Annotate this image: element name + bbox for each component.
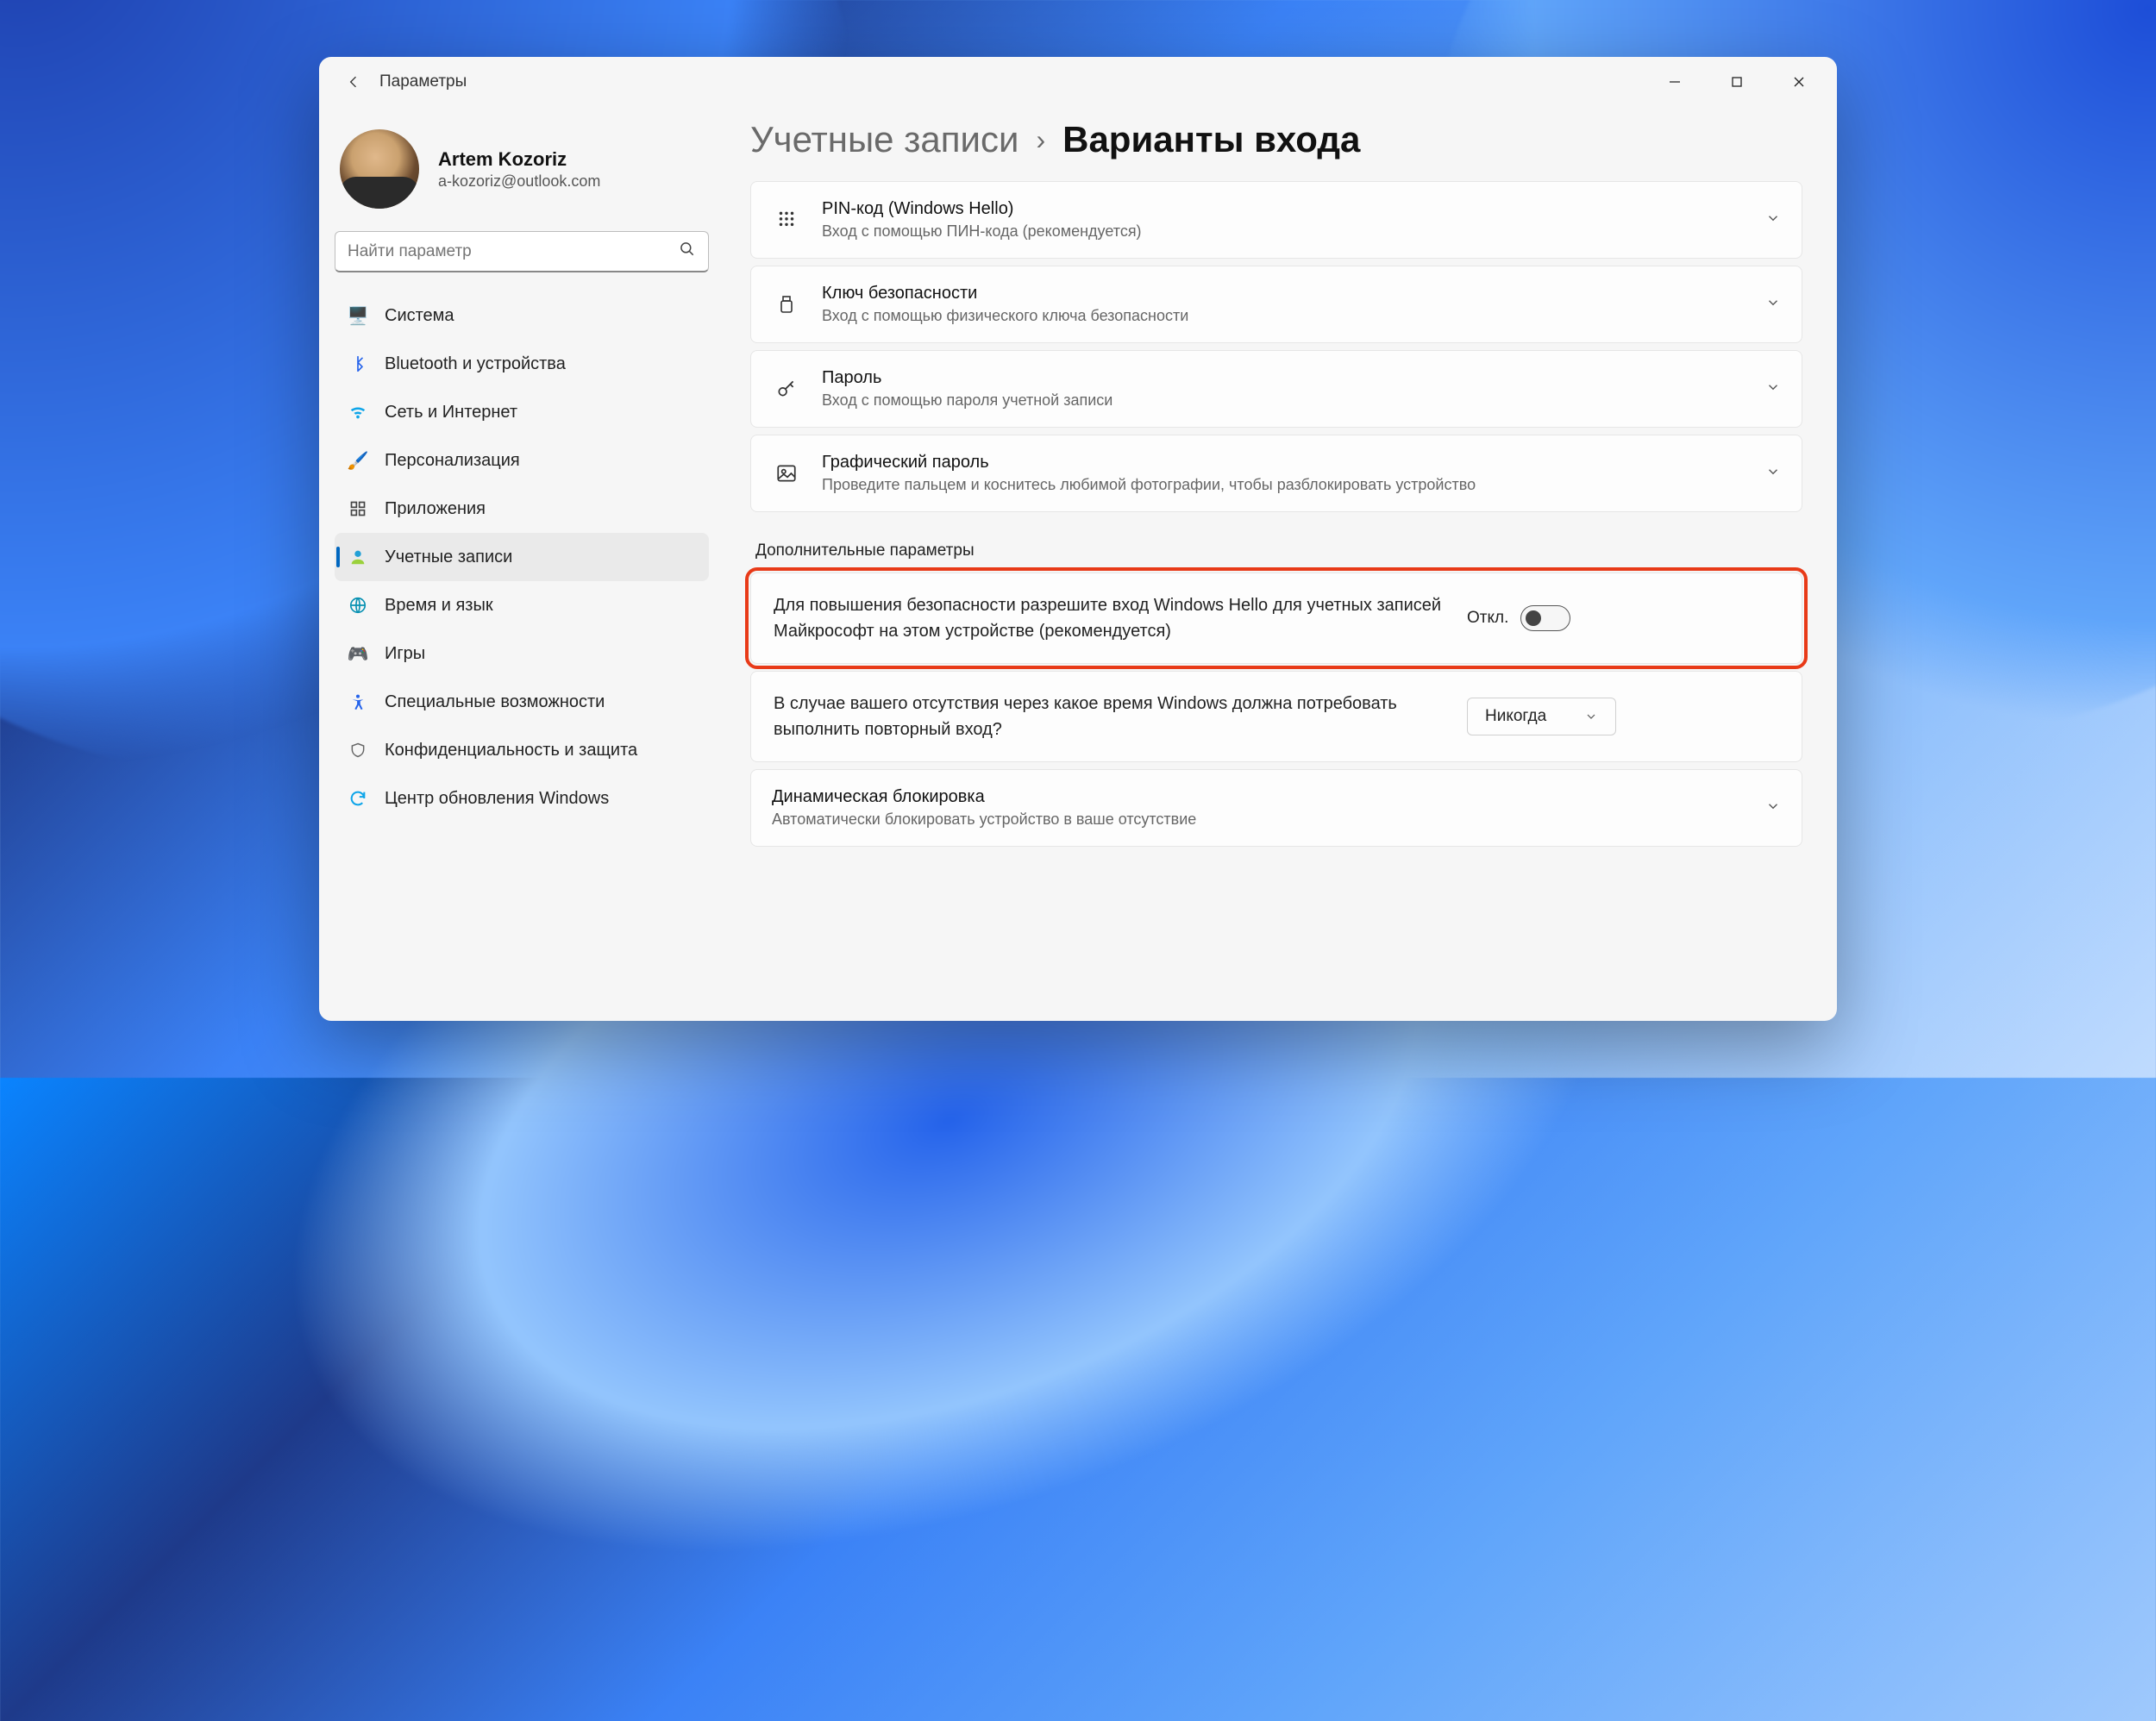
card-title: Пароль [822,368,1745,388]
card-subtitle: Вход с помощью пароля учетной записи [822,391,1745,410]
setting-windows-hello-only: Для повышения безопасности разрешите вхо… [750,573,1802,664]
titlebar: Параметры [319,57,1837,107]
window-controls [1644,61,1830,103]
picture-icon [772,462,801,485]
chevron-down-icon [1765,464,1781,484]
option-security-key[interactable]: Ключ безопасности Вход с помощью физичес… [750,266,1802,343]
sidebar-item-system[interactable]: 🖥️ Система [335,291,709,340]
sidebar-item-label: Время и язык [385,596,493,616]
setting-dynamic-lock[interactable]: Динамическая блокировка Автоматически бл… [750,769,1802,847]
maximize-icon [1731,76,1743,88]
card-title: Ключ безопасности [822,284,1745,304]
card-title: PIN-код (Windows Hello) [822,199,1745,219]
update-icon [347,787,369,810]
usb-key-icon [772,293,801,316]
settings-window: Параметры Artem Kozoriz a-kozoriz@outloo… [319,57,1837,1021]
sidebar-item-label: Сеть и Интернет [385,403,517,422]
search-icon [679,241,696,262]
sidebar-item-label: Персонализация [385,451,520,471]
sidebar-item-label: Центр обновления Windows [385,789,609,809]
timeout-select[interactable]: Никогда [1467,698,1616,735]
sidebar-item-label: Учетные записи [385,548,512,567]
apps-icon [347,498,369,520]
sidebar-item-personalization[interactable]: 🖌️ Персонализация [335,436,709,485]
shield-icon [347,739,369,761]
maximize-button[interactable] [1706,61,1768,103]
card-subtitle: Проведите пальцем и коснитесь любимой фо… [822,476,1745,494]
search-input[interactable] [348,242,679,261]
chevron-right-icon: › [1036,124,1045,156]
option-password[interactable]: Пароль Вход с помощью пароля учетной зап… [750,350,1802,428]
monitor-icon: 🖥️ [347,304,369,327]
option-pin[interactable]: PIN-код (Windows Hello) Вход с помощью П… [750,181,1802,259]
sidebar-item-gaming[interactable]: 🎮 Игры [335,629,709,678]
select-value: Никогда [1485,707,1546,726]
sidebar-item-bluetooth[interactable]: Bluetooth и устройства [335,340,709,388]
toggle-state-label: Откл. [1467,609,1508,628]
card-subtitle: Автоматически блокировать устройство в в… [772,810,1745,829]
page-title: Варианты входа [1062,119,1360,160]
sidebar-item-label: Bluetooth и устройства [385,354,566,374]
sidebar-item-windows-update[interactable]: Центр обновления Windows [335,774,709,823]
sidebar-item-privacy[interactable]: Конфиденциальность и защита [335,726,709,774]
back-button[interactable] [335,63,373,101]
card-title: Графический пароль [822,453,1745,472]
avatar [340,129,419,209]
sidebar-item-label: Конфиденциальность и защита [385,741,637,760]
card-title: Динамическая блокировка [772,787,1745,807]
sidebar-item-label: Приложения [385,499,486,519]
keypad-icon [772,209,801,231]
person-icon [347,546,369,568]
profile-block[interactable]: Artem Kozoriz a-kozoriz@outlook.com [335,119,709,228]
setting-require-signin: В случае вашего отсутствия через какое в… [750,671,1802,762]
sidebar-item-network[interactable]: Сеть и Интернет [335,388,709,436]
chevron-down-icon [1765,210,1781,230]
setting-text: Для повышения безопасности разрешите вхо… [774,592,1446,644]
search-box[interactable] [335,231,709,272]
toggle-switch[interactable] [1520,605,1570,631]
minimize-icon [1669,76,1681,88]
chevron-down-icon [1765,798,1781,818]
sidebar-nav: 🖥️ Система Bluetooth и устройства Сеть и… [335,291,709,823]
breadcrumb: Учетные записи › Варианты входа [750,119,1802,160]
sidebar-item-accessibility[interactable]: Специальные возможности [335,678,709,726]
close-icon [1793,76,1805,88]
wifi-icon [347,401,369,423]
arrow-left-icon [345,73,362,91]
minimize-button[interactable] [1644,61,1706,103]
sidebar-item-label: Специальные возможности [385,692,605,712]
sidebar: Artem Kozoriz a-kozoriz@outlook.com 🖥️ С… [319,107,724,1021]
chevron-down-icon [1584,710,1598,723]
breadcrumb-parent[interactable]: Учетные записи [750,119,1018,160]
sidebar-item-apps[interactable]: Приложения [335,485,709,533]
setting-text: В случае вашего отсутствия через какое в… [774,691,1446,742]
paintbrush-icon: 🖌️ [347,449,369,472]
main-content: Учетные записи › Варианты входа PIN-код … [724,107,1837,1021]
section-heading: Дополнительные параметры [755,541,1802,560]
card-subtitle: Вход с помощью физического ключа безопас… [822,307,1745,325]
option-picture-password[interactable]: Графический пароль Проведите пальцем и к… [750,435,1802,512]
card-subtitle: Вход с помощью ПИН-кода (рекомендуется) [822,222,1745,241]
sidebar-item-label: Игры [385,644,425,664]
accessibility-icon [347,691,369,713]
sidebar-item-accounts[interactable]: Учетные записи [335,533,709,581]
sidebar-item-time-language[interactable]: Время и язык [335,581,709,629]
chevron-down-icon [1765,379,1781,399]
key-icon [772,378,801,400]
profile-name: Artem Kozoriz [438,148,600,171]
bluetooth-icon [347,353,369,375]
sidebar-item-label: Система [385,306,454,326]
chevron-down-icon [1765,295,1781,315]
gamepad-icon: 🎮 [347,642,369,665]
globe-clock-icon [347,594,369,616]
close-button[interactable] [1768,61,1830,103]
profile-email: a-kozoriz@outlook.com [438,172,600,191]
app-title: Параметры [379,72,467,91]
